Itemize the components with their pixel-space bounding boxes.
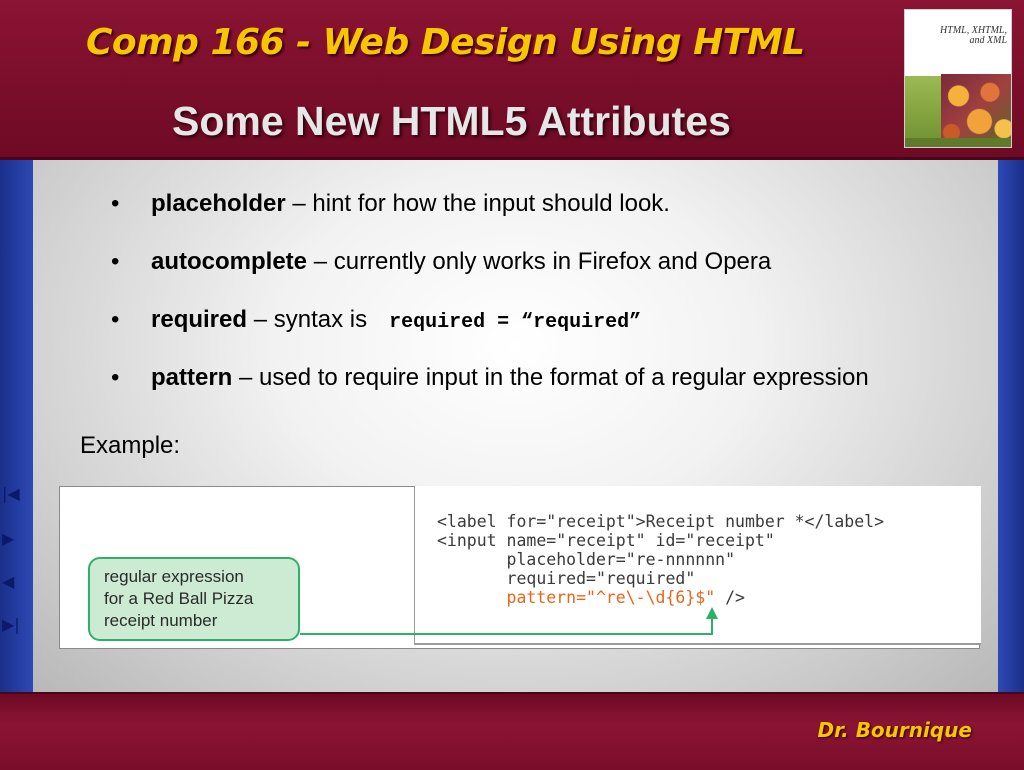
bullet-text: – used to require input in the format of… [232,364,869,391]
bullet-text: – currently only works in Firefox and Op… [307,248,772,275]
arrowhead-icon [706,607,718,619]
book-cover-image: HTML, XHTML, and XML [904,9,1012,148]
callout-line: receipt number [104,611,218,630]
right-side-strip [998,160,1024,692]
bullet-term: autocomplete [151,248,308,275]
book-cover-flower-art [941,74,1011,147]
bullet-pattern: • pattern – used to require input in the… [111,364,869,422]
example-figure: <label for="receipt">Receipt number *</l… [59,486,981,649]
bullet-autocomplete: • autocomplete – currently only works in… [111,248,869,306]
bullet-dot: • [111,248,120,275]
previous-slide-icon[interactable]: ◀ [2,573,22,591]
slide-footer: Dr. Bournique [0,692,1024,770]
callout-box: regular expression for a Red Ball Pizza … [88,557,300,641]
first-slide-icon[interactable]: |◀ [2,485,22,503]
last-slide-icon[interactable]: ▶| [2,616,22,634]
bullet-dot: • [111,190,120,217]
slide-title: Some New HTML5 Attributes [172,98,731,144]
book-cover-green-panel [905,76,941,147]
bullet-term: pattern [151,364,233,391]
bullet-dot: • [111,364,120,391]
callout-line: regular expression [104,567,244,586]
course-title: Comp 166 - Web Design Using HTML [86,22,805,63]
callout-line: for a Red Ball Pizza [104,589,254,608]
book-cover-title: HTML, XHTML, and XML [940,25,1007,46]
bullet-placeholder: • placeholder – hint for how the input s… [111,190,869,248]
bullet-text: – hint for how the input should look. [285,190,670,217]
example-label: Example: [80,432,181,459]
bullet-term: placeholder [151,190,286,217]
left-side-strip: |◀ ▶ ◀ ▶| [0,160,33,692]
bullet-text: – syntax is [247,306,368,333]
next-slide-icon[interactable]: ▶ [2,530,22,548]
bullet-code-sample: required = “required” [389,311,642,334]
bullet-required: • required – syntax is required = “requir… [111,306,869,364]
author-name: Dr. Bournique [817,718,972,742]
book-cover-band [905,138,1011,147]
bullet-list: • placeholder – hint for how the input s… [111,190,869,422]
connector-line [300,617,713,635]
slide-header: Comp 166 - Web Design Using HTML Some Ne… [0,0,1024,160]
bullet-term: required [151,306,248,333]
slide-content: • placeholder – hint for how the input s… [33,160,998,692]
bullet-dot: • [111,306,120,333]
